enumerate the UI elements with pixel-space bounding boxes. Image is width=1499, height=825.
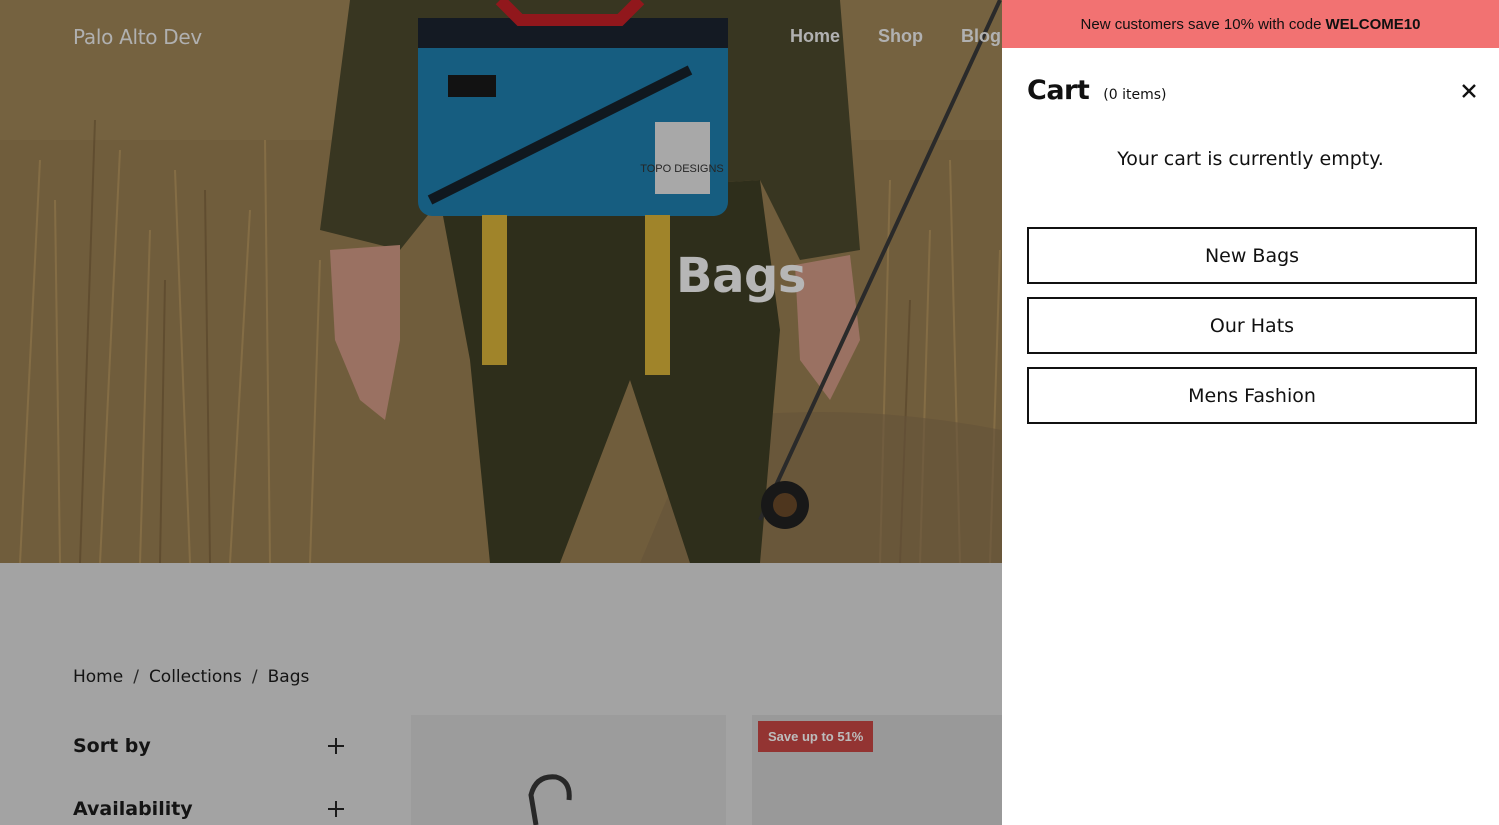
cart-empty-message: Your cart is currently empty. [1117, 148, 1384, 170]
nav-link-blog[interactable]: Blog [961, 26, 1001, 47]
breadcrumb-home[interactable]: Home [73, 667, 123, 687]
our-hats-button[interactable]: Our Hats [1027, 297, 1477, 354]
breadcrumb-separator: / [133, 667, 139, 687]
filter-label: Sort by [73, 735, 151, 757]
cart-item-count: (0 items) [1103, 87, 1167, 103]
promo-bar: New customers save 10% with code WELCOME… [1002, 0, 1499, 48]
hero-banner: TOPO DESIGNS Palo Alto Dev Home Shop Blo… [0, 0, 1002, 563]
carabiner-image [528, 774, 572, 825]
sale-badge: Save up to 51% [758, 721, 874, 752]
breadcrumb-collections[interactable]: Collections [149, 667, 242, 687]
filter-sort-by[interactable]: Sort by [73, 733, 345, 759]
plus-icon[interactable] [327, 796, 345, 822]
cart-title: Cart [1027, 75, 1090, 106]
close-icon[interactable] [1458, 80, 1480, 102]
promo-text: New customers save 10% with code [1080, 15, 1322, 33]
cart-header: Cart (0 items) [1027, 75, 1166, 106]
main-nav: Home Shop Blog [790, 26, 1001, 47]
filter-availability[interactable]: Availability [73, 796, 345, 822]
site-logo[interactable]: Palo Alto Dev [73, 25, 202, 49]
mens-fashion-button[interactable]: Mens Fashion [1027, 367, 1477, 424]
breadcrumb-current: Bags [267, 667, 310, 687]
nav-link-shop[interactable]: Shop [878, 26, 923, 47]
breadcrumb: Home / Collections / Bags [73, 667, 309, 687]
collection-title: Bags [676, 248, 806, 304]
cart-drawer: New customers save 10% with code WELCOME… [1002, 0, 1499, 825]
product-card[interactable] [411, 715, 726, 825]
new-bags-button[interactable]: New Bags [1027, 227, 1477, 284]
filter-label: Availability [73, 798, 193, 820]
promo-code: WELCOME10 [1325, 15, 1421, 33]
site-header: Palo Alto Dev Home Shop Blog [0, 0, 1002, 72]
breadcrumb-separator: / [251, 667, 258, 687]
product-card[interactable]: Save up to 51% [752, 715, 1002, 825]
plus-icon[interactable] [327, 733, 345, 759]
collection-content: Home / Collections / Bags Sort by Availa… [0, 563, 1002, 825]
nav-link-home[interactable]: Home [790, 26, 840, 47]
